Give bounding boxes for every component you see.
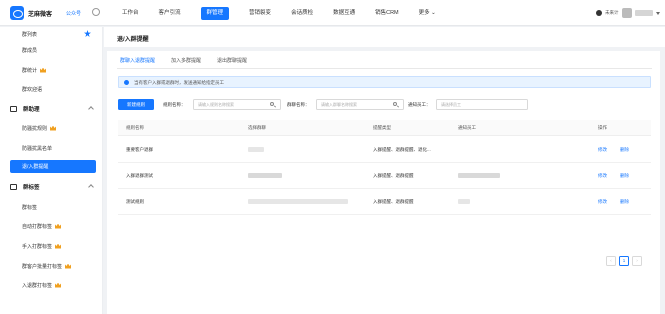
nav-item-customer-acquisition[interactable]: 客户引流 [149,0,191,26]
sidebar-item-group-welcome[interactable]: 群欢迎语 [0,82,103,96]
pagination: ‹ 1 › [606,256,642,266]
account-type-link[interactable]: 公众号 [66,10,81,17]
user-name-redacted [634,10,653,16]
info-text: 当有客户入群或退群时，发送通知给指定员工 [134,80,224,85]
groups-redacted [248,147,264,152]
new-rule-button[interactable]: 新建规则 [118,99,154,110]
theme-toggle-icon[interactable] [92,8,100,16]
sidebar-item-join-leave-reminder[interactable]: 退/入群提醒 [10,160,96,173]
notify-staff-redacted [458,173,500,178]
sidebar-item-anti-harass-blacklist[interactable]: 防骚扰黑名单 [0,141,103,155]
tab-divider [117,68,652,69]
sidebar-item-anti-harass-rules[interactable]: 防骚扰规则 [0,121,103,135]
nav-item-group-management[interactable]: 群管理 [191,0,240,26]
sidebar-group-group-tags[interactable]: 群标签 [0,180,103,194]
vip-crown-icon [50,125,57,131]
avatar[interactable] [621,8,632,18]
vip-crown-icon [55,243,62,249]
page-number-button[interactable]: 1 [619,256,629,266]
vip-crown-icon [55,223,62,229]
groups-redacted [248,199,348,204]
nav-item-marketing-fission[interactable]: 营销裂变 [239,0,281,26]
content-card: 群聊入退群提醒 加入多群提醒 退出群聊提醒 当有客户入群或退群时，发送通知给指定… [107,51,660,314]
sidebar-group-group-assistant[interactable]: 群助理 [0,102,103,116]
reminder-type-cell: 入群提醒、退群提醒 [373,173,414,178]
tag-icon [10,184,17,190]
sidebar-item-group-tags[interactable]: 群标签 [0,200,103,214]
nav-item-sales-crm[interactable]: 销售CRM [365,0,409,26]
column-header-reminder-type: 提醒类型 [373,125,391,130]
reminder-type-cell: 入群提醒、退群提醒、退化... [373,147,431,152]
edit-link[interactable]: 修改 [598,199,607,205]
user-menu[interactable]: 未来计 [596,8,660,18]
rule-name-cell: 测试规则 [126,199,144,204]
sidebar-item-batch-tag-customers[interactable]: 群客户批量打标签 [0,259,103,273]
vip-crown-icon [40,67,47,73]
star-icon[interactable] [84,30,91,37]
rule-name-label: 规则名称： [163,102,186,107]
reminder-type-cell: 入群提醒、退群提醒 [373,199,414,204]
sidebar-item-auto-tag-groups[interactable]: 自动打群标签 [0,219,103,233]
app-logo-icon[interactable] [10,6,24,20]
column-header-groups: 选择群聊 [248,125,266,130]
page-header: 退/入群提醒 [104,27,665,47]
edit-link[interactable]: 修改 [598,173,607,179]
rule-name-cell: 重要客户退群 [126,147,153,152]
table-row: 重要客户退群 入群提醒、退群提醒、退化... 修改 删除 [118,137,651,163]
notify-staff-label: 通知员工： [408,102,431,107]
edit-link[interactable]: 修改 [598,147,607,153]
group-assist-icon [10,106,17,112]
sidebar: 群列表 群成员 群统计 群欢迎语 群助理 防骚扰规则 防骚扰黑名单 退/入群提醒… [0,27,103,314]
top-bar: 芝麻微客 公众号 工作台 客户引流 群管理 营销裂变 会话质检 数据互通 销售C… [0,0,665,26]
chevron-down-icon[interactable] [655,11,660,15]
sidebar-item-join-leave-tags[interactable]: 入退群打标签 [0,278,103,292]
vip-crown-icon [65,263,72,269]
nav-item-data-sync[interactable]: 数据互通 [323,0,365,26]
notify-staff-redacted [458,199,470,204]
groups-redacted [248,173,282,178]
delete-link[interactable]: 删除 [620,173,629,179]
brand-name: 芝麻微客 [28,12,53,18]
column-header-actions: 操作 [598,125,607,130]
main-content: 退/入群提醒 群聊入退群提醒 加入多群提醒 退出群聊提醒 当有客户入群或退群时，… [104,27,665,314]
nav-item-session-qc[interactable]: 会话质检 [281,0,323,26]
sidebar-item-group-stats[interactable]: 群统计 [0,63,103,77]
nav-item-more[interactable]: 更多 ⌄ [409,0,446,26]
notification-icon[interactable] [596,10,602,16]
table-row: 入群退群测试 入群提醒、退群提醒 修改 删除 [118,163,651,189]
column-header-rule-name: 规则名称 [126,125,144,130]
rule-name-cell: 入群退群测试 [126,173,153,178]
delete-link[interactable]: 删除 [620,147,629,153]
prev-page-button[interactable]: ‹ [606,256,616,266]
delete-link[interactable]: 删除 [620,199,629,205]
vip-crown-icon [55,282,62,288]
nav-item-workbench[interactable]: 工作台 [112,0,149,26]
next-page-button[interactable]: › [632,256,642,266]
search-icon[interactable] [393,102,397,106]
table-header: 规则名称 选择群聊 提醒类型 通知员工 操作 [118,120,651,136]
user-label: 未来计 [605,10,619,15]
search-icon[interactable] [270,102,274,106]
notify-staff-select[interactable]: 请选择员工 [436,99,528,110]
group-name-search-input[interactable]: 请输入群聊名称搜索 [316,99,404,110]
sidebar-item-group-list[interactable]: 群列表 [0,27,103,41]
info-icon [124,80,129,85]
sidebar-item-manual-tag-groups[interactable]: 手入打群标签 [0,239,103,253]
rule-name-search-input[interactable]: 请输入规则名称搜索 [193,99,281,110]
sidebar-item-group-members[interactable]: 群成员 [0,43,103,57]
chevron-up-icon[interactable] [88,106,94,112]
chevron-up-icon[interactable] [88,184,94,190]
column-header-notify-staff: 通知员工 [458,125,476,130]
group-name-label: 群聊名称： [287,102,310,107]
main-nav: 工作台 客户引流 群管理 营销裂变 会话质检 数据互通 销售CRM 更多 ⌄ [112,0,446,26]
table-row: 测试规则 入群提醒、退群提醒 修改 删除 [118,189,651,215]
info-banner: 当有客户入群或退群时，发送通知给指定员工 [118,76,651,88]
page-title: 退/入群提醒 [117,37,149,43]
